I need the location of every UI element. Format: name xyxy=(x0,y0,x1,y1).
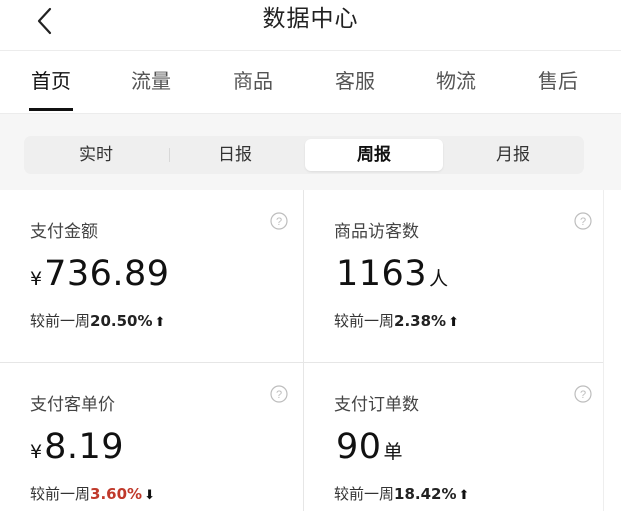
svg-text:?: ? xyxy=(276,216,282,228)
metric-number: 1163 xyxy=(336,254,428,294)
metric-card-paid-orders[interactable]: 支付订单数 ? 90 单 较前一周18.42% ⬆ xyxy=(304,363,604,511)
metric-unit: 人 xyxy=(429,268,449,290)
metric-label: 支付客单价 xyxy=(30,395,115,415)
metric-label: 支付金额 xyxy=(30,222,98,242)
metric-value: ¥736.89 xyxy=(30,252,172,296)
metric-card-payment-amount[interactable]: 支付金额 ? ¥736.89 较前一周20.50% ⬆ xyxy=(0,190,300,360)
period-selector-area: 实时 日报 周报 月报 xyxy=(0,114,621,190)
segment-realtime[interactable]: 实时 xyxy=(27,139,165,171)
metric-comparison: 较前一周20.50% ⬆ xyxy=(30,310,165,334)
svg-text:?: ? xyxy=(276,389,282,401)
tab-customer-service[interactable]: 客服 xyxy=(335,68,375,94)
metric-comparison: 较前一周2.38% ⬆ xyxy=(334,310,459,334)
segment-weekly[interactable]: 周报 xyxy=(305,139,443,171)
period-segmented-control: 实时 日报 周报 月报 xyxy=(24,136,584,174)
compare-label: 较前一周 xyxy=(334,312,395,330)
currency-symbol: ¥ xyxy=(30,268,43,290)
metric-value: 90 单 xyxy=(334,425,403,469)
svg-text:?: ? xyxy=(580,216,586,228)
metric-comparison: 较前一周18.42% ⬆ xyxy=(334,483,469,507)
question-circle-icon[interactable]: ? xyxy=(270,212,288,230)
segment-daily[interactable]: 日报 xyxy=(166,139,304,171)
tab-products[interactable]: 商品 xyxy=(233,68,273,94)
tab-home[interactable]: 首页 xyxy=(31,68,71,94)
question-circle-icon[interactable]: ? xyxy=(574,385,592,403)
active-tab-indicator xyxy=(29,108,73,111)
metric-number: 736.89 xyxy=(44,254,170,294)
question-circle-icon[interactable]: ? xyxy=(574,212,592,230)
arrow-up-icon: ⬆ xyxy=(448,315,459,330)
metrics-grid: 支付金额 ? ¥736.89 较前一周20.50% ⬆ 商品访客数 ? 1163 人… xyxy=(0,190,621,511)
metric-number: 90 xyxy=(336,427,382,467)
metric-card-product-visitors[interactable]: 商品访客数 ? 1163 人 较前一周2.38% ⬆ xyxy=(304,190,604,360)
arrow-up-icon: ⬆ xyxy=(154,315,166,330)
metric-card-avg-order-value[interactable]: 支付客单价 ? ¥8.19 较前一周3.60% ⬇ xyxy=(0,363,300,511)
svg-text:?: ? xyxy=(580,389,586,401)
tab-traffic[interactable]: 流量 xyxy=(131,68,171,94)
tab-after-sales[interactable]: 售后 xyxy=(538,68,578,94)
metric-unit: 单 xyxy=(383,441,403,463)
tab-logistics[interactable]: 物流 xyxy=(436,68,476,94)
change-percent: 3.60% xyxy=(90,485,143,503)
change-percent: 20.50% xyxy=(90,312,153,330)
question-circle-icon[interactable]: ? xyxy=(270,385,288,403)
change-percent: 2.38% xyxy=(394,312,447,330)
arrow-down-icon: ⬇ xyxy=(144,488,155,503)
metric-label: 商品访客数 xyxy=(334,222,419,242)
compare-label: 较前一周 xyxy=(30,312,91,330)
segment-monthly[interactable]: 月报 xyxy=(444,139,582,171)
currency-symbol: ¥ xyxy=(30,441,43,463)
metric-number: 8.19 xyxy=(44,427,125,467)
arrow-up-icon: ⬆ xyxy=(458,488,470,503)
page-title: 数据中心 xyxy=(262,6,359,32)
compare-label: 较前一周 xyxy=(30,485,91,503)
metric-value: 1163 人 xyxy=(334,252,448,296)
metric-label: 支付订单数 xyxy=(334,395,419,415)
data-center-page: 数据中心 首页 流量 商品 客服 物流 售后 实时 日报 周报 月报 支付金额 … xyxy=(0,0,621,511)
top-bar: 数据中心 xyxy=(0,0,621,46)
metric-value: ¥8.19 xyxy=(30,425,126,469)
metric-comparison: 较前一周3.60% ⬇ xyxy=(30,483,155,507)
change-percent: 18.42% xyxy=(394,485,457,503)
category-tabs: 首页 流量 商品 客服 物流 售后 xyxy=(0,50,621,114)
compare-label: 较前一周 xyxy=(334,485,395,503)
